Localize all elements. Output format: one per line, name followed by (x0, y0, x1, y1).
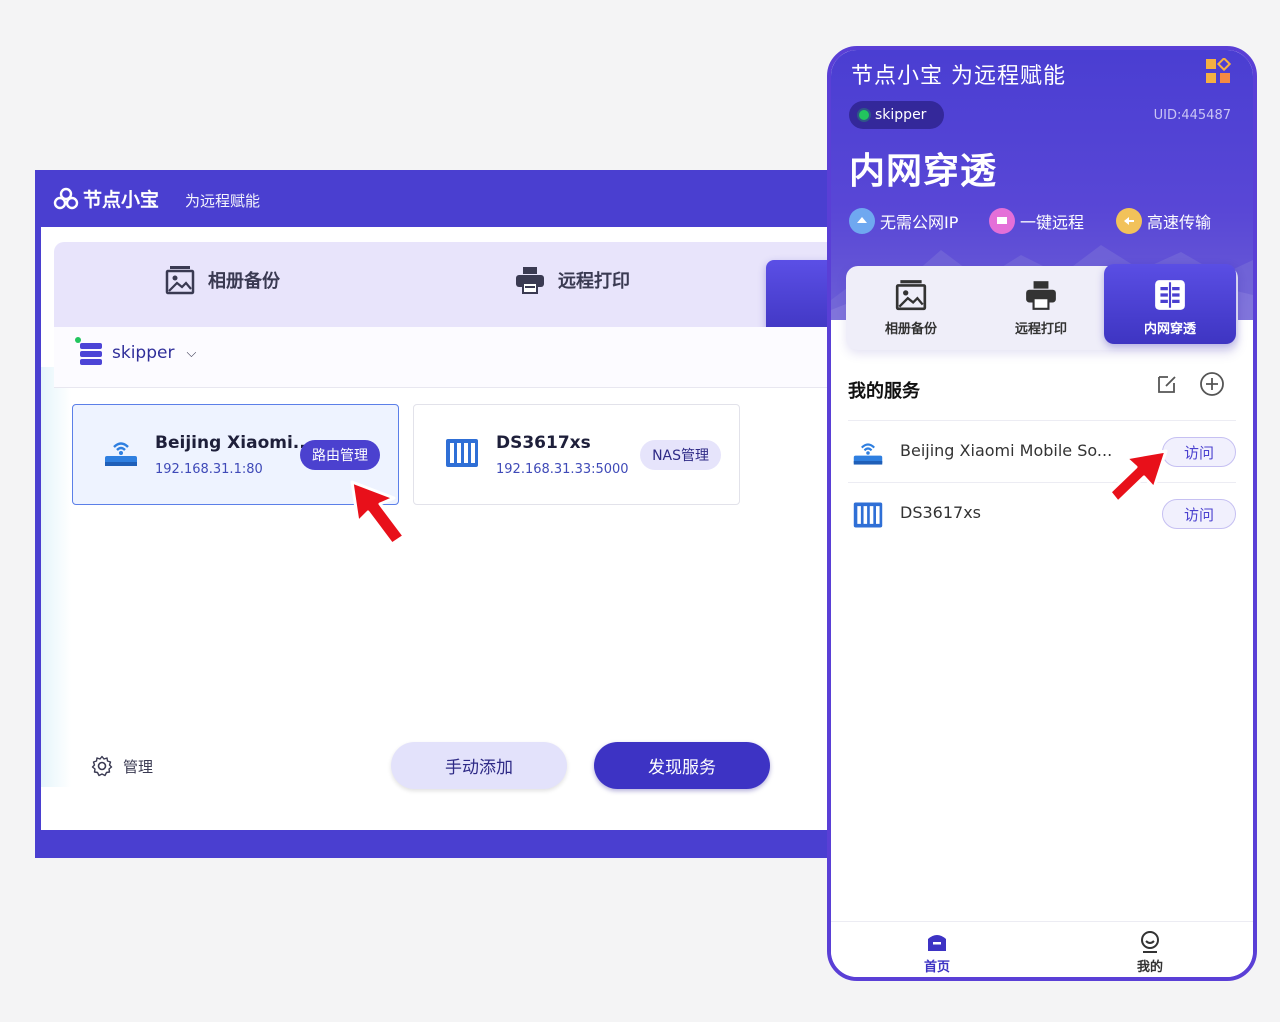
desktop-window: 节点小宝 为远程赋能 相册备份 远程打印 skipper ⌵ Beijing X… (35, 170, 835, 858)
tab-remote-print[interactable]: 远程打印 (514, 264, 630, 296)
photo-album-icon (895, 280, 927, 311)
router-icon (853, 443, 883, 465)
tab-remote-print[interactable]: 远程打印 (976, 278, 1106, 337)
feature-one-click-remote: 一键远程 (989, 208, 1084, 234)
online-dot (859, 110, 869, 120)
pointer-arrow-icon (1108, 449, 1168, 504)
feature-tabs: 相册备份 远程打印 (54, 242, 835, 338)
printer-icon (1026, 281, 1056, 310)
logo-icon (53, 187, 79, 209)
gear-icon (91, 755, 113, 777)
pointer-arrow-icon (350, 480, 406, 546)
feature-label: 一键远程 (1020, 213, 1085, 232)
tab-intranet[interactable]: 内网穿透 (1105, 278, 1235, 337)
feature-no-public-ip: 无需公网IP (849, 208, 958, 234)
discover-services-button[interactable]: 发现服务 (594, 742, 770, 789)
transfer-icon (1116, 208, 1142, 234)
edit-icon[interactable] (1155, 372, 1179, 396)
service-name: DS3617xs (900, 503, 981, 522)
device-selector[interactable]: skipper ⌵ (75, 337, 197, 365)
router-icon (105, 442, 137, 466)
feature-headline: 内网穿透 (849, 151, 998, 192)
tab-label: 内网穿透 (1143, 322, 1196, 337)
user-id: UID:445487 (1153, 108, 1231, 123)
online-dot (75, 337, 81, 343)
list-item: Beijing Xiaomi Mobile So... 访问 (848, 420, 1236, 482)
manage-label: 管理 (123, 757, 154, 776)
device-name: skipper (112, 343, 175, 363)
feature-fast-transfer: 高速传输 (1116, 208, 1211, 234)
nas-icon (446, 439, 478, 467)
manual-add-button[interactable]: 手动添加 (391, 742, 567, 789)
nav-label: 我的 (1136, 960, 1163, 975)
service-name: DS3617xs (496, 433, 591, 453)
title-bar: 节点小宝 为远程赋能 (35, 170, 835, 227)
phone-feature-tabs: 相册备份 远程打印 内网穿透 (846, 264, 1238, 350)
section-title: 我的服务 (848, 381, 920, 402)
main-panel: 相册备份 远程打印 skipper ⌵ Beijing Xiaomi... 19… (41, 227, 835, 830)
device-name: skipper (875, 107, 927, 123)
chevron-down-icon: ⌵ (186, 345, 197, 361)
nav-home[interactable]: 首页 (907, 930, 967, 975)
service-name: Beijing Xiaomi... (155, 433, 313, 453)
ip-icon (849, 208, 875, 234)
add-icon[interactable] (1199, 371, 1225, 397)
service-address: 192.168.31.1:80 (155, 462, 263, 477)
service-card-nas[interactable]: DS3617xs 192.168.31.33:5000 NAS管理 (413, 404, 740, 505)
feature-label: 无需公网IP (880, 213, 959, 232)
list-item: DS3617xs 访问 (848, 482, 1236, 544)
tab-label: 相册备份 (208, 271, 280, 292)
printer-icon (516, 267, 544, 294)
app-logo: 节点小宝 (53, 185, 159, 212)
server-icon (75, 337, 102, 365)
tab-label: 远程打印 (558, 271, 630, 292)
service-name: Beijing Xiaomi Mobile So... (900, 441, 1113, 460)
nas-manage-button[interactable]: NAS管理 (640, 440, 721, 470)
nas-icon (853, 502, 883, 528)
user-icon (1141, 931, 1159, 953)
service-address: 192.168.31.33:5000 (496, 462, 629, 477)
device-chip[interactable]: skipper (849, 101, 945, 129)
app-name: 节点小宝 (83, 189, 160, 211)
phone-screen: 节点小宝 为远程赋能 skipper UID:445487 内网穿透 无需公网I… (827, 46, 1257, 981)
app-slogan: 为远程赋能 (185, 192, 261, 210)
apps-icon[interactable] (1205, 58, 1231, 84)
visit-button[interactable]: 访问 (1162, 499, 1236, 529)
tab-album-backup[interactable]: 相册备份 (846, 278, 976, 337)
nav-mine[interactable]: 我的 (1120, 930, 1180, 975)
phone-title: 节点小宝 为远程赋能 (851, 64, 1066, 89)
visit-button[interactable]: 访问 (1162, 437, 1236, 467)
nav-label: 首页 (923, 960, 950, 975)
router-manage-button[interactable]: 路由管理 (300, 440, 380, 470)
feature-label: 高速传输 (1147, 213, 1212, 232)
manage-link[interactable]: 管理 (91, 755, 153, 777)
tab-label: 远程打印 (1014, 322, 1067, 337)
photo-album-icon (165, 266, 195, 295)
home-icon (928, 935, 946, 951)
tab-album-backup[interactable]: 相册备份 (164, 264, 280, 296)
tab-label: 相册备份 (884, 322, 937, 337)
remote-icon (989, 208, 1015, 234)
bottom-nav: 首页 我的 (831, 921, 1253, 977)
device-selector-row: skipper ⌵ (54, 327, 835, 388)
intranet-icon (1155, 280, 1185, 310)
